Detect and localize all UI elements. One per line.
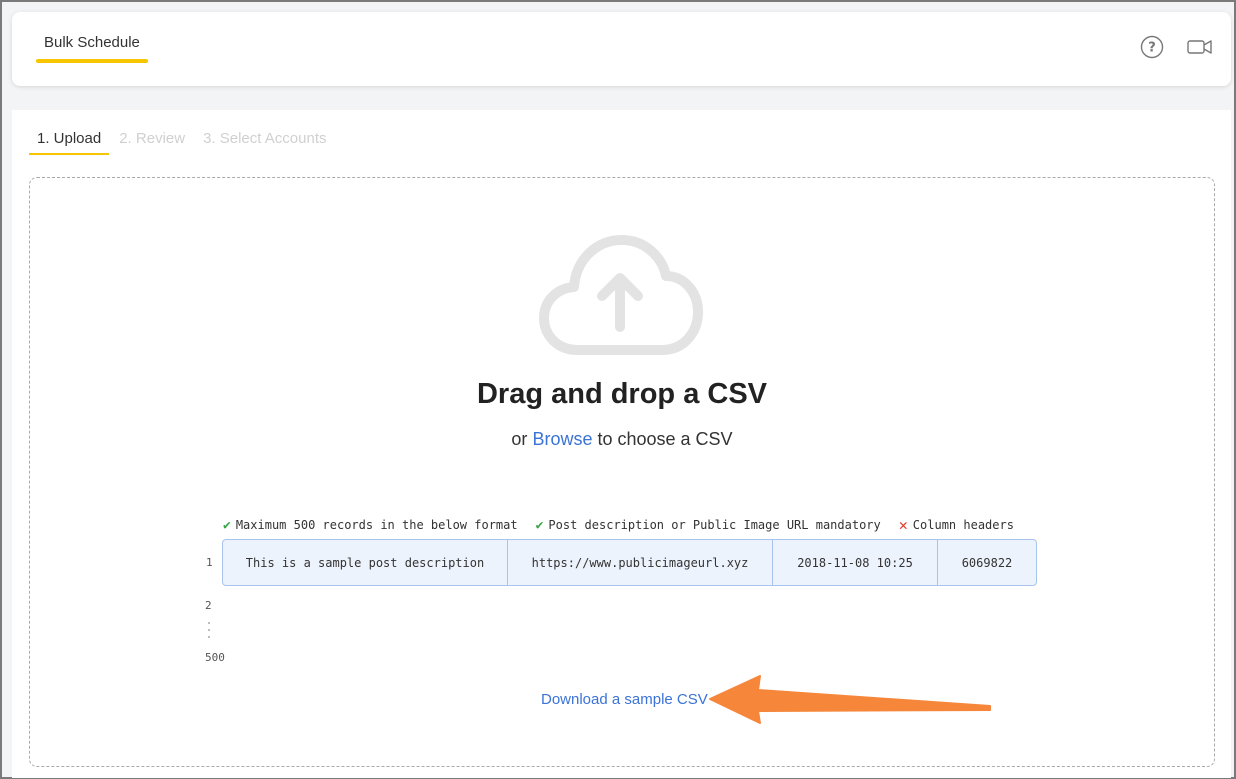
row-number: 1: [206, 556, 213, 569]
subtitle-prefix: or: [511, 429, 528, 449]
check-icon: ✔: [535, 517, 544, 533]
sample-cell-image-url: https://www.publicimageurl.xyz: [508, 540, 773, 585]
check-icon: ✔: [223, 517, 231, 533]
rule-text: Maximum 500 records in the below format: [235, 518, 518, 532]
app-frame: Bulk Schedule ? 1. Upload 2. Review 3. S…: [2, 2, 1234, 778]
upload-panel: 1. Upload 2. Review 3. Select Accounts D…: [12, 110, 1231, 778]
annotation-arrow-icon: [709, 675, 991, 724]
tab-review[interactable]: 2. Review: [111, 128, 193, 155]
dropzone-title: Drag and drop a CSV: [476, 378, 768, 410]
sample-cell-description: This is a sample post description: [223, 540, 508, 585]
ellipsis-dots: [208, 622, 212, 643]
csv-dropzone[interactable]: Drag and drop a CSV or Browse to choose …: [29, 177, 1215, 767]
format-rules: ✔ Maximum 500 records in the below forma…: [223, 516, 1014, 534]
help-icon[interactable]: ?: [1139, 34, 1165, 60]
rule-item: ✔ Maximum 500 records in the below forma…: [223, 516, 518, 534]
header-actions: ?: [1139, 34, 1213, 60]
dropzone-subtitle: or Browse to choose a CSV: [30, 429, 1214, 450]
cloud-upload-icon: [539, 235, 703, 355]
step-tabs: 1. Upload 2. Review 3. Select Accounts: [29, 128, 336, 155]
tab-select-accounts[interactable]: 3. Select Accounts: [195, 128, 334, 155]
sample-cell-id: 6069822: [961, 555, 1013, 570]
rule-text: Post description or Public Image URL man…: [548, 518, 881, 532]
row-number: 500: [205, 651, 225, 664]
sample-cell-datetime: 2018-11-08 10:25: [773, 540, 938, 585]
x-icon: ✕: [898, 516, 908, 534]
download-sample-link[interactable]: Download a sample CSV: [541, 691, 708, 708]
browse-link[interactable]: Browse: [532, 429, 592, 449]
tab-upload[interactable]: 1. Upload: [29, 128, 110, 155]
page-title: Bulk Schedule: [36, 34, 148, 63]
rule-item: ✕ Column headers: [899, 516, 1014, 534]
svg-text:?: ?: [1148, 41, 1156, 56]
rule-text: Column headers: [912, 518, 1014, 532]
subtitle-suffix: to choose a CSV: [597, 429, 733, 449]
sample-csv-row: This is a sample post description https:…: [222, 539, 1037, 586]
header-bar: Bulk Schedule ?: [12, 12, 1231, 86]
video-camera-icon[interactable]: [1187, 34, 1213, 60]
row-number: 2: [205, 599, 212, 612]
rule-item: ✔ Post description or Public Image URL m…: [536, 516, 881, 534]
